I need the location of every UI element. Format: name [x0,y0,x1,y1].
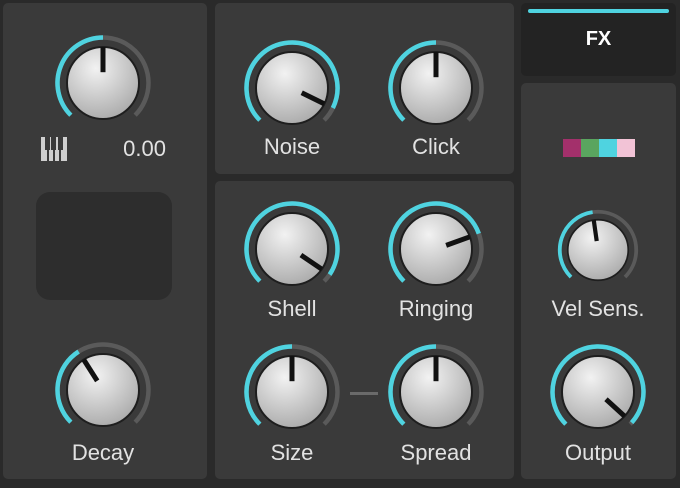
color-swatches [563,139,635,157]
swatch-4 [617,139,635,157]
vel-sens-label: Vel Sens. [551,296,645,321]
click-knob[interactable] [386,38,486,143]
swatch-1 [563,139,581,157]
ringing-label: Ringing [398,296,474,321]
pitch-value[interactable]: 0.00 [96,136,166,162]
shell-label: Shell [267,296,317,321]
output-knob[interactable] [548,342,648,447]
piano-keys-icon [41,137,67,161]
spread-label: Spread [400,440,472,465]
swatch-3 [599,139,617,157]
knob-pointer [591,219,599,242]
fx-button-label: FX [585,28,612,50]
noise-label: Noise [263,134,321,159]
noise-knob[interactable] [242,38,342,143]
ringing-knob[interactable] [386,199,486,304]
pitch-knob[interactable] [53,33,153,138]
spread-knob[interactable] [386,342,486,447]
trigger-pad[interactable] [36,192,172,300]
output-label: Output [564,440,632,465]
fx-active-indicator [528,9,669,13]
decay-knob[interactable] [53,340,153,445]
size-label: Size [270,440,314,465]
size-knob[interactable] [242,342,342,447]
size-spread-link [350,392,378,395]
shell-knob[interactable] [242,199,342,304]
swatch-2 [581,139,599,157]
vel-sens-knob[interactable] [556,208,640,297]
decay-label: Decay [71,440,135,465]
click-label: Click [412,134,460,159]
